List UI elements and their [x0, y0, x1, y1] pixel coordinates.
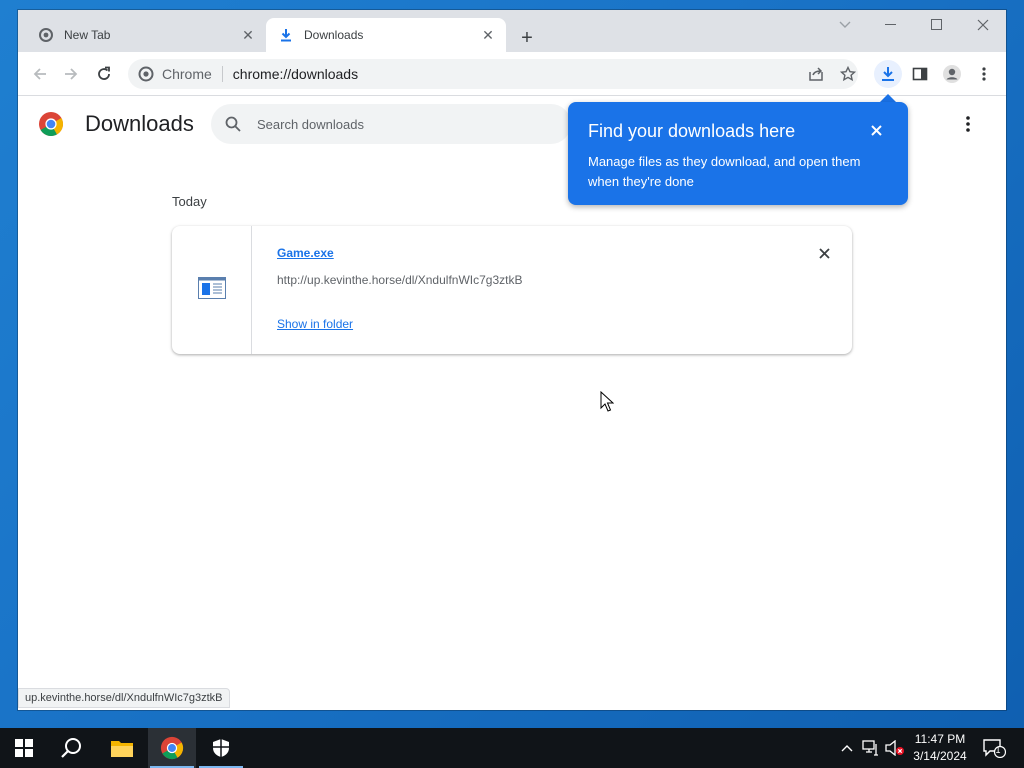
chrome-logo-icon: [38, 111, 64, 137]
download-icon: [278, 27, 294, 43]
downloads-toolbar-icon[interactable]: [874, 60, 902, 88]
date-heading: Today: [172, 194, 207, 209]
downloads-promo-bubble: Find your downloads here Manage files as…: [568, 102, 908, 205]
download-item-card: Game.exe http://up.kevinthe.horse/dl/Xnd…: [172, 226, 852, 354]
browser-menu-icon[interactable]: [970, 60, 998, 88]
network-icon[interactable]: [861, 738, 881, 758]
start-windows-icon[interactable]: [0, 728, 48, 768]
file-explorer-icon[interactable]: [98, 728, 146, 768]
forward-button[interactable]: [57, 60, 85, 88]
tab-strip: New Tab ✕ Downloads ✕ +: [18, 10, 1006, 52]
url-text[interactable]: chrome://downloads: [223, 66, 358, 82]
security-shield-icon[interactable]: [197, 728, 245, 768]
notifications-icon[interactable]: 1: [980, 736, 1008, 760]
tab-downloads[interactable]: Downloads ✕: [266, 18, 506, 52]
address-bar[interactable]: Chrome chrome://downloads: [128, 59, 858, 89]
show-hidden-icons-icon[interactable]: [837, 738, 857, 758]
search-icon: [223, 114, 243, 134]
mouse-cursor-icon: [600, 390, 615, 417]
status-bar: up.kevinthe.horse/dl/XndulfnWIc7g3ztkB: [18, 688, 230, 708]
close-tab-icon[interactable]: ✕: [240, 27, 256, 43]
browser-toolbar: Chrome chrome://downloads: [18, 52, 1006, 96]
bookmark-star-icon[interactable]: [834, 60, 862, 88]
clock-time: 11:47 PM: [914, 732, 966, 746]
chrome-taskbar-icon[interactable]: [148, 728, 196, 768]
show-in-folder-link[interactable]: Show in folder: [277, 317, 353, 331]
profile-avatar-icon[interactable]: [938, 60, 966, 88]
search-downloads-field[interactable]: [211, 104, 571, 144]
volume-muted-icon[interactable]: [885, 738, 905, 758]
tab-title: Downloads: [304, 28, 364, 42]
system-clock[interactable]: 11:47 PM 3/14/2024: [906, 731, 974, 765]
minimize-button[interactable]: [868, 10, 914, 40]
chrome-window: New Tab ✕ Downloads ✕ + Chrome chrome://…: [18, 10, 1006, 710]
chrome-icon: [138, 66, 154, 82]
maximize-button[interactable]: [914, 10, 960, 40]
clock-date: 3/14/2024: [913, 749, 967, 763]
reload-button[interactable]: [90, 60, 118, 88]
download-filename-link[interactable]: Game.exe: [277, 246, 334, 260]
side-panel-icon[interactable]: [906, 60, 934, 88]
download-source-url: http://up.kevinthe.horse/dl/XndulfnWIc7g…: [277, 273, 523, 287]
bubble-title: Find your downloads here: [588, 121, 796, 141]
more-actions-icon[interactable]: [958, 114, 978, 134]
executable-file-icon: [197, 276, 226, 304]
bubble-body: Manage files as they download, and open …: [588, 154, 861, 189]
notification-count: 1: [995, 745, 1001, 755]
taskbar: 11:47 PM 3/14/2024 1: [0, 728, 1024, 768]
close-window-button[interactable]: [960, 10, 1006, 40]
new-tab-button[interactable]: +: [515, 26, 539, 50]
tab-title: New Tab: [64, 28, 111, 42]
file-icon-column: [172, 226, 252, 354]
close-bubble-icon[interactable]: [866, 120, 886, 140]
close-tab-icon[interactable]: ✕: [480, 27, 496, 43]
tab-new-tab[interactable]: New Tab ✕: [26, 18, 266, 52]
chrome-icon: [38, 27, 54, 43]
omnibox-chip: Chrome: [162, 66, 223, 82]
tab-search-icon[interactable]: [822, 10, 868, 40]
page-title: Downloads: [85, 111, 194, 136]
remove-download-icon[interactable]: [814, 243, 834, 263]
back-button[interactable]: [26, 60, 54, 88]
search-input[interactable]: [257, 116, 537, 132]
search-icon[interactable]: [48, 728, 96, 768]
share-icon[interactable]: [802, 60, 830, 88]
